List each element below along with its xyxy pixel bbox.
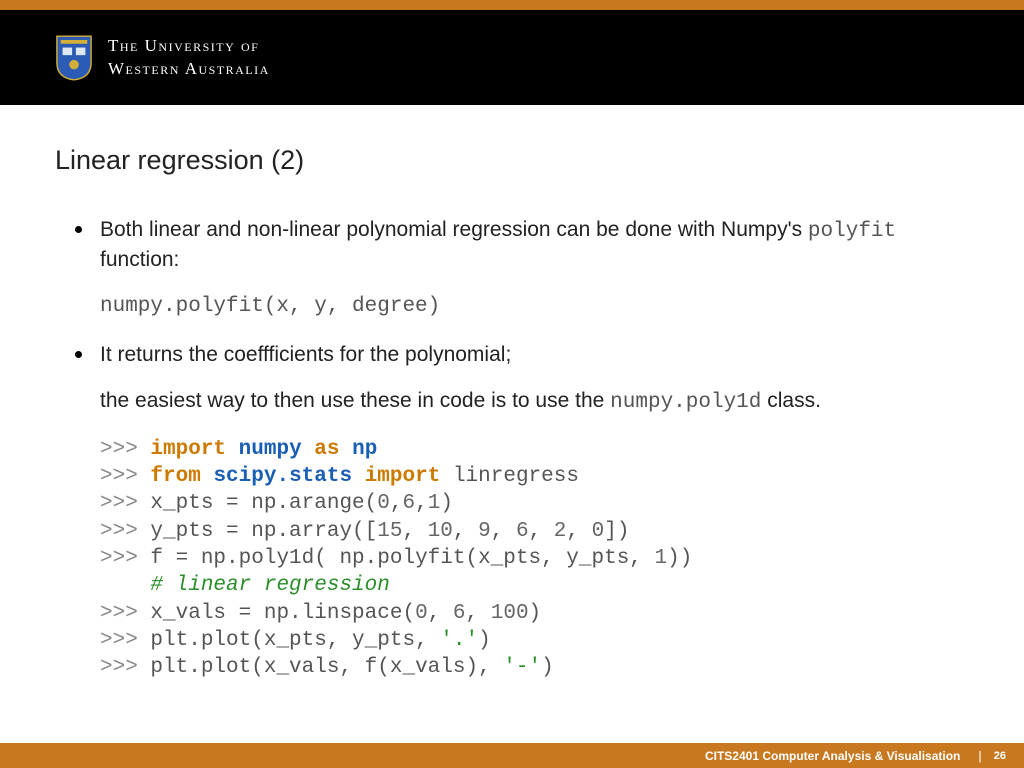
code-num: 6 xyxy=(516,520,529,543)
university-name: The University of Western Australia xyxy=(108,35,270,79)
code-comma: , xyxy=(402,520,427,543)
bullet1-inline-code: polyfit xyxy=(808,220,896,243)
uwa-crest-icon xyxy=(55,34,93,82)
code-paren: ) xyxy=(440,492,453,515)
kw-import: import xyxy=(365,465,441,488)
code-num: 6 xyxy=(453,602,466,625)
code-num: 0 xyxy=(377,492,390,515)
header-bar: The University of Western Australia xyxy=(0,10,1024,105)
kw-import: import xyxy=(150,438,226,461)
prompt: >>> xyxy=(100,465,150,488)
code-string: '-' xyxy=(503,656,541,679)
code-paren: ) xyxy=(478,629,491,652)
prompt: >>> xyxy=(100,656,150,679)
code-num: 1 xyxy=(428,492,441,515)
code-num: 0 xyxy=(415,602,428,625)
code-example: >>> import numpy as np >>> from scipy.st… xyxy=(100,436,974,682)
bullet-item-2: It returns the coeffficients for the pol… xyxy=(75,341,974,681)
code-num: 15 xyxy=(377,520,402,543)
code-paren: )) xyxy=(667,547,692,570)
code-num: 10 xyxy=(428,520,453,543)
code-indent xyxy=(100,574,150,597)
prompt: >>> xyxy=(100,547,150,570)
code-comma: , xyxy=(566,520,591,543)
kw-from: from xyxy=(150,465,200,488)
code-comma: , xyxy=(453,520,478,543)
bullet-list: Both linear and non-linear polynomial re… xyxy=(55,216,974,681)
uni-name-line1: The University of xyxy=(108,35,270,57)
code-num: 2 xyxy=(554,520,567,543)
code-comma: , xyxy=(491,520,516,543)
slide-title: Linear regression (2) xyxy=(55,145,974,176)
code-text: plt.plot(x_pts, y_pts, xyxy=(150,629,440,652)
code-text: plt.plot(x_vals, f(x_vals), xyxy=(150,656,503,679)
kw-as: as xyxy=(314,438,339,461)
prompt: >>> xyxy=(100,520,150,543)
code-paren: ) xyxy=(529,602,542,625)
code-module: scipy xyxy=(213,465,276,488)
code-name: linregress xyxy=(453,465,579,488)
code-submodule: stats xyxy=(289,465,352,488)
bullet1-text-b: function: xyxy=(100,248,179,271)
top-accent-stripe xyxy=(0,0,1024,10)
footer-page-number: 26 xyxy=(994,750,1006,762)
code-module: numpy xyxy=(239,438,302,461)
code-comma: , xyxy=(466,602,491,625)
bullet1-text-a: Both linear and non-linear polynomial re… xyxy=(100,218,808,241)
code-num: 6 xyxy=(402,492,415,515)
code-num: 0 xyxy=(592,520,605,543)
code-string: '.' xyxy=(440,629,478,652)
prompt: >>> xyxy=(100,602,150,625)
bullet2-text-a: It returns the coeffficients for the pol… xyxy=(100,343,511,366)
footer-course: CITS2401 Computer Analysis & Visualisati… xyxy=(705,749,960,763)
bullet2-pre: the easiest way to then use these in cod… xyxy=(100,389,610,412)
bullet-item-1: Both linear and non-linear polynomial re… xyxy=(75,216,974,321)
bullet2-inline-code: numpy.poly1d xyxy=(610,391,761,414)
slide-content: Linear regression (2) Both linear and no… xyxy=(0,105,1024,681)
code-comma: , xyxy=(390,492,403,515)
code-text: x_vals = np.linspace( xyxy=(150,602,415,625)
code-paren: ) xyxy=(541,656,554,679)
footer-bar: CITS2401 Computer Analysis & Visualisati… xyxy=(0,743,1024,768)
prompt: >>> xyxy=(100,438,150,461)
code-text: y_pts = np.array([ xyxy=(150,520,377,543)
footer-divider: | xyxy=(978,749,981,763)
bullet2-sub: the easiest way to then use these in cod… xyxy=(100,387,974,417)
code-alias: np xyxy=(352,438,377,461)
uni-name-line2: Western Australia xyxy=(108,58,270,80)
code-comma: , xyxy=(415,492,428,515)
code-text: x_pts = np.arange( xyxy=(150,492,377,515)
code-comma: , xyxy=(428,602,453,625)
polyfit-signature: numpy.polyfit(x, y, degree) xyxy=(100,293,974,321)
code-text: f = np.poly1d( np.polyfit(x_pts, y_pts, xyxy=(150,547,654,570)
code-num: 9 xyxy=(478,520,491,543)
bullet2-post: class. xyxy=(761,389,821,412)
code-paren: ]) xyxy=(604,520,629,543)
code-num: 1 xyxy=(655,547,668,570)
code-comma: , xyxy=(529,520,554,543)
code-dot: . xyxy=(276,465,289,488)
code-num: 100 xyxy=(491,602,529,625)
code-comment: # linear regression xyxy=(150,574,389,597)
prompt: >>> xyxy=(100,492,150,515)
prompt: >>> xyxy=(100,629,150,652)
